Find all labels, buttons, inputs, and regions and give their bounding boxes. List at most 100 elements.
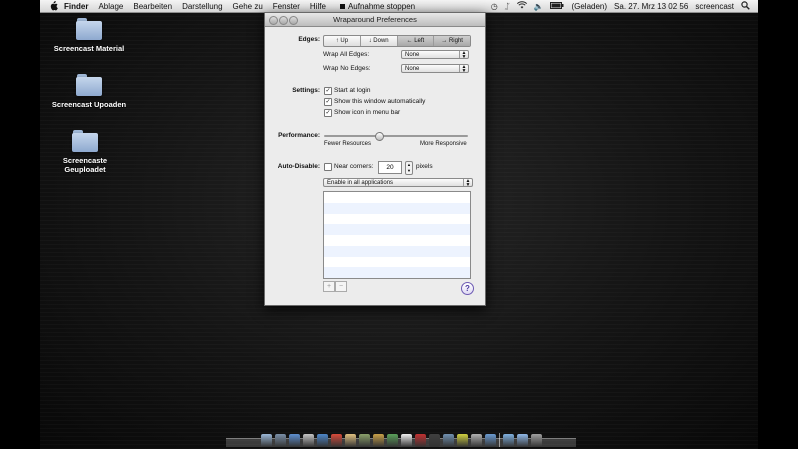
add-application-button[interactable]: + bbox=[323, 281, 335, 292]
dock-finder-icon[interactable] bbox=[260, 434, 272, 447]
wrap-all-edges-value: None bbox=[405, 52, 420, 58]
spotlight-search-icon[interactable] bbox=[741, 0, 750, 12]
show-menu-icon-checkbox[interactable]: ✓ bbox=[324, 109, 332, 117]
dock-script-editor-icon[interactable] bbox=[470, 434, 482, 447]
apple-menu-icon[interactable] bbox=[48, 1, 58, 11]
dock-trash-icon[interactable] bbox=[530, 434, 542, 447]
corner-distance-stepper[interactable]: ▲ ▼ bbox=[405, 161, 413, 175]
wrap-all-edges-popup[interactable]: None ▲ ▼ bbox=[401, 50, 469, 59]
start-at-login-checkbox[interactable]: ✓ bbox=[324, 87, 332, 95]
list-row bbox=[324, 245, 470, 257]
window-title: Wraparound Preferences bbox=[333, 15, 417, 24]
volume-icon[interactable]: 🔈 bbox=[534, 2, 544, 11]
user-menu[interactable]: screencast bbox=[695, 2, 734, 11]
time-machine-icon[interactable]: ◷ bbox=[491, 2, 498, 11]
recording-stop-item[interactable]: Aufnahme stoppen bbox=[339, 1, 416, 11]
dock-calendar-icon[interactable] bbox=[330, 434, 342, 447]
dock-iphoto-icon[interactable] bbox=[442, 434, 454, 447]
dock-mail-icon[interactable] bbox=[316, 434, 328, 447]
auto-disable-label: Auto-Disable: bbox=[277, 163, 320, 170]
application-scope-popup[interactable]: Enable in all applications ▲ ▼ bbox=[323, 178, 473, 187]
dock-photo-icon[interactable] bbox=[372, 434, 384, 447]
dock-downloads-icon[interactable] bbox=[502, 434, 514, 447]
dock-safari-icon[interactable] bbox=[288, 434, 300, 447]
dock-documents-icon[interactable] bbox=[484, 434, 496, 447]
dock-textedit-icon[interactable] bbox=[400, 434, 412, 447]
application-scope-value: Enable in all applications bbox=[327, 180, 394, 186]
list-row bbox=[324, 202, 470, 214]
dock-star-icon[interactable] bbox=[456, 434, 468, 447]
menu-extras: ◷ ᛢ 🔈 (Geladen) Sa. 27. Mrz 13 02 56 scr… bbox=[491, 0, 750, 12]
near-corners-label: Near corners: bbox=[334, 163, 374, 170]
dock-ichat-icon[interactable] bbox=[386, 434, 398, 447]
folder-label: Screencaste Geuploadet bbox=[62, 156, 108, 174]
zoom-button[interactable] bbox=[289, 16, 298, 25]
menu-bearbeiten[interactable]: Bearbeiten bbox=[133, 2, 172, 11]
window-titlebar[interactable]: Wraparound Preferences bbox=[265, 13, 485, 27]
folder-icon bbox=[76, 18, 102, 40]
clock[interactable]: Sa. 27. Mrz 13 02 56 bbox=[614, 2, 688, 11]
edges-label: Edges: bbox=[298, 36, 320, 43]
performance-slider-track[interactable] bbox=[324, 135, 468, 137]
folder-icon bbox=[76, 74, 102, 96]
performance-label: Performance: bbox=[278, 132, 320, 139]
desktop-folder-screencast-upoaden[interactable]: Screencast Upoaden bbox=[44, 74, 134, 109]
battery-icon[interactable] bbox=[550, 1, 564, 11]
performance-slider-knob[interactable] bbox=[374, 132, 384, 141]
edge-right-segment[interactable]: → Right bbox=[434, 36, 470, 46]
edge-left-segment[interactable]: ← Left bbox=[397, 36, 435, 46]
edge-up-segment[interactable]: ↑ Up bbox=[324, 36, 361, 46]
menu-gehe-zu[interactable]: Gehe zu bbox=[233, 2, 263, 11]
folder-icon bbox=[72, 130, 98, 152]
edges-segmented-control: ↑ Up ↓ Down ← Left → Right bbox=[323, 35, 471, 47]
list-row bbox=[324, 192, 470, 203]
desktop: Finder Ablage Bearbeiten Darstellung Geh… bbox=[40, 0, 758, 449]
show-window-label: Show this window automatically bbox=[334, 98, 426, 105]
stop-icon bbox=[339, 3, 345, 9]
dock-preview-icon[interactable] bbox=[358, 434, 370, 447]
list-row bbox=[324, 257, 470, 268]
more-responsive-label: More Responsive bbox=[420, 141, 467, 147]
menu-fenster[interactable]: Fenster bbox=[273, 2, 300, 11]
show-window-checkbox[interactable]: ✓ bbox=[324, 98, 332, 106]
pixels-unit-label: pixels bbox=[416, 163, 433, 170]
folder-label: Screencast Upoaden bbox=[51, 100, 127, 109]
wifi-icon[interactable] bbox=[516, 1, 527, 11]
dock-applications-icon[interactable] bbox=[516, 434, 528, 447]
dock-terminal-icon[interactable] bbox=[428, 434, 440, 447]
dock-book-icon[interactable] bbox=[414, 434, 426, 447]
dock-system-preferences-icon[interactable] bbox=[274, 434, 286, 447]
list-row bbox=[324, 214, 470, 225]
desktop-folder-screencaste-geuploadet[interactable]: Screencaste Geuploadet bbox=[44, 130, 126, 174]
menu-darstellung[interactable]: Darstellung bbox=[182, 2, 222, 11]
preferences-window: Wraparound Preferences Edges: ↑ Up ↓ Dow… bbox=[264, 12, 486, 306]
menu-finder[interactable]: Finder bbox=[64, 2, 88, 11]
list-row bbox=[324, 267, 470, 278]
help-button[interactable]: ? bbox=[461, 282, 474, 295]
menu-hilfe[interactable]: Hilfe bbox=[310, 2, 326, 11]
corner-distance-field[interactable]: 20 bbox=[378, 161, 402, 174]
minimize-button[interactable] bbox=[279, 16, 288, 25]
near-corners-checkbox[interactable] bbox=[324, 163, 332, 171]
recording-label: Aufnahme stoppen bbox=[347, 1, 416, 11]
show-menu-icon-label: Show icon in menu bar bbox=[334, 109, 401, 116]
remove-application-button[interactable]: − bbox=[335, 281, 347, 292]
fewer-resources-label: Fewer Resources bbox=[324, 141, 372, 147]
list-row bbox=[324, 235, 470, 246]
popup-arrows-icon: ▲ ▼ bbox=[459, 64, 468, 73]
close-button[interactable] bbox=[269, 16, 278, 25]
desktop-folder-screencast-material[interactable]: Screencast Material bbox=[44, 18, 134, 53]
menu-ablage[interactable]: Ablage bbox=[98, 2, 123, 11]
edge-down-segment[interactable]: ↓ Down bbox=[361, 36, 398, 46]
dock-address-book-icon[interactable] bbox=[344, 434, 356, 447]
wrap-no-edges-value: None bbox=[405, 66, 420, 72]
applications-list[interactable] bbox=[323, 191, 471, 279]
dock bbox=[226, 427, 576, 447]
bluetooth-icon[interactable]: ᛢ bbox=[505, 2, 510, 11]
popup-arrows-icon: ▲ ▼ bbox=[459, 50, 468, 59]
folder-label: Screencast Material bbox=[53, 44, 125, 53]
dock-itunes-icon[interactable] bbox=[302, 434, 314, 447]
settings-label: Settings: bbox=[292, 87, 320, 94]
popup-arrows-icon: ▲ ▼ bbox=[463, 178, 472, 187]
wrap-no-edges-popup[interactable]: None ▲ ▼ bbox=[401, 64, 469, 73]
